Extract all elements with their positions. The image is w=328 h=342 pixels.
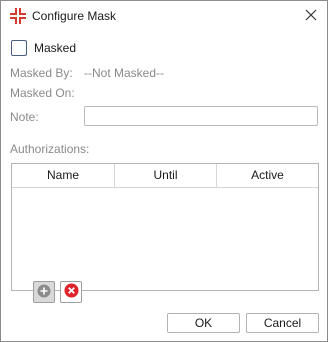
title-bar: Configure Mask (1, 1, 327, 32)
masked-on-label: Masked On: (10, 86, 75, 100)
configure-mask-dialog: Configure Mask Masked Masked By: --Not M… (0, 0, 328, 342)
remove-authorization-button[interactable] (60, 281, 82, 303)
authorizations-label: Authorizations: (10, 142, 90, 156)
mask-configure-icon (9, 7, 27, 25)
add-authorization-button[interactable] (33, 281, 55, 303)
masked-checkbox-label[interactable]: Masked (34, 41, 76, 55)
table-header: Name Until Active (12, 164, 318, 188)
masked-by-value: --Not Masked-- (84, 66, 165, 80)
masked-checkbox[interactable] (11, 40, 27, 56)
authorizations-table[interactable]: Name Until Active (11, 163, 319, 291)
remove-circle-icon (64, 283, 79, 301)
close-icon (305, 9, 317, 24)
ok-button[interactable]: OK (167, 313, 240, 333)
add-circle-icon (37, 284, 51, 301)
note-label: Note: (10, 110, 39, 124)
close-button[interactable] (299, 5, 323, 27)
column-header-name[interactable]: Name (12, 164, 115, 187)
dialog-title: Configure Mask (32, 9, 117, 23)
column-header-active[interactable]: Active (217, 164, 318, 187)
cancel-button[interactable]: Cancel (246, 313, 319, 333)
masked-by-label: Masked By: (10, 66, 73, 80)
note-field[interactable] (84, 106, 318, 126)
column-header-until[interactable]: Until (115, 164, 217, 187)
